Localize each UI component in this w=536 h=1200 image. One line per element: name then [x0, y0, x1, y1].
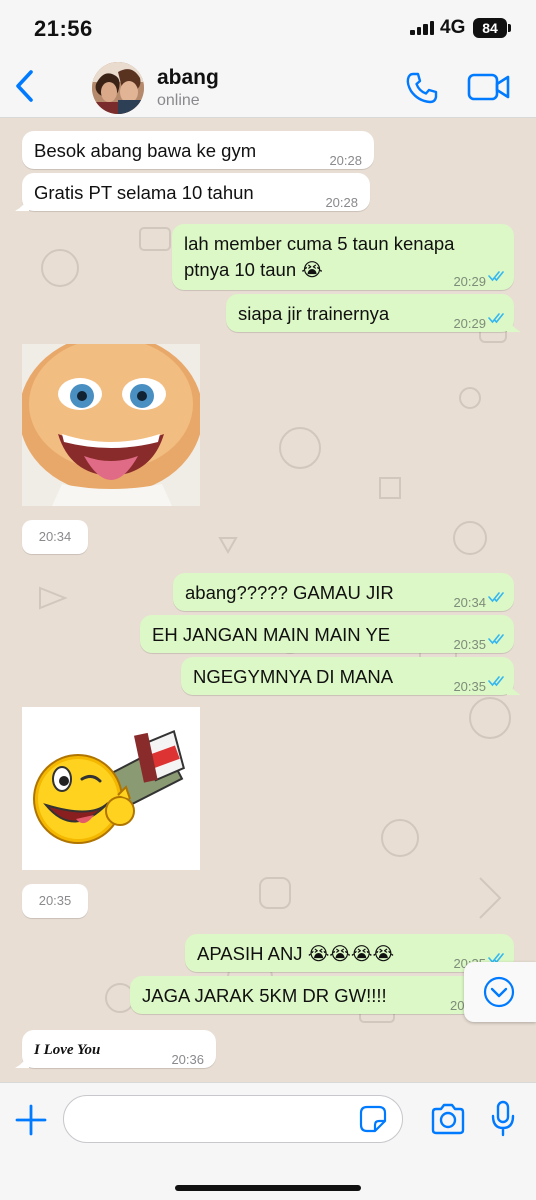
message-bubble-outgoing[interactable]: NGEGYMNYA DI MANA 20:35	[181, 657, 521, 695]
camera-icon[interactable]	[430, 1103, 466, 1135]
read-ticks-icon	[488, 676, 504, 687]
message-bubble-incoming[interactable]: Besok abang bawa ke gym 20:28	[22, 131, 374, 169]
message-bubble-outgoing[interactable]: siapa jir trainernya 20:29	[226, 294, 521, 332]
message-text: siapa jir trainernya	[238, 303, 390, 324]
message-text: EH JANGAN MAIN MAIN YE	[152, 624, 391, 645]
sticker-time: 20:35	[22, 884, 88, 918]
status-bar: 21:56 4G 84	[0, 0, 536, 58]
message-time: 20:29	[453, 316, 486, 331]
input-bar	[0, 1082, 536, 1200]
message-time: 20	[450, 998, 465, 1013]
chat-header: abang online	[0, 58, 536, 118]
bubble-tail	[507, 681, 521, 695]
message-time: 20:35	[453, 637, 486, 652]
message-text: NGEGYMNYA DI MANA	[193, 666, 394, 687]
message-time: 20:28	[325, 195, 358, 210]
home-indicator	[175, 1185, 361, 1191]
bubble-tail	[507, 318, 521, 332]
message-bubble-outgoing[interactable]: EH JANGAN MAIN MAIN YE 20:35	[140, 615, 514, 653]
chevron-down-circle-icon	[483, 976, 515, 1008]
message-time: 20:35	[453, 679, 486, 694]
message-time: 20:28	[329, 153, 362, 168]
message-time: 20:36	[171, 1052, 204, 1067]
video-camera-icon[interactable]	[467, 72, 511, 102]
message-bubble-outgoing[interactable]: JAGA JARAK 5KM DR GW!!!! 20	[130, 976, 514, 1014]
signal-icon	[410, 21, 436, 35]
network-label: 4G	[440, 17, 466, 38]
battery-icon: 84	[473, 18, 511, 38]
phone-icon[interactable]	[404, 70, 440, 106]
contact-name[interactable]: abang	[157, 66, 219, 90]
sticker-time: 20:34	[22, 520, 88, 554]
sticker-winking-emoji[interactable]	[22, 707, 200, 870]
message-text: APASIH ANJ 😭😭😭😭	[197, 943, 395, 964]
message-text: lah member cuma 5 taun kenapa ptnya 10 t…	[184, 233, 455, 280]
message-bubble-outgoing[interactable]: abang????? GAMAU JIR 20:34	[173, 573, 514, 611]
message-bubble-incoming[interactable]: Gratis PT selama 10 tahun 20:28	[15, 173, 370, 211]
message-text: I Love You	[34, 1042, 101, 1058]
bubble-tail	[15, 197, 29, 211]
scroll-down-button[interactable]	[464, 962, 536, 1022]
sticker-grinning-face[interactable]	[22, 344, 200, 506]
message-text: Gratis PT selama 10 tahun	[34, 182, 254, 203]
message-text: abang????? GAMAU JIR	[185, 582, 394, 603]
contact-status: online	[157, 92, 200, 109]
message-bubble-outgoing[interactable]: lah member cuma 5 taun kenapa ptnya 10 t…	[172, 224, 514, 290]
chat-area[interactable]: Besok abang bawa ke gym 20:28 Gratis PT …	[0, 118, 536, 1082]
read-ticks-icon	[488, 271, 504, 282]
sticker-icon[interactable]	[359, 1105, 387, 1133]
bubble-tail	[15, 1054, 29, 1068]
read-ticks-icon	[488, 592, 504, 603]
chevron-left-icon[interactable]	[10, 64, 40, 108]
plus-icon[interactable]	[14, 1103, 48, 1137]
message-text: JAGA JARAK 5KM DR GW!!!!	[142, 985, 387, 1006]
avatar[interactable]	[92, 62, 144, 114]
message-time: 20:34	[453, 595, 486, 610]
microphone-icon[interactable]	[490, 1100, 516, 1138]
read-ticks-icon	[488, 313, 504, 324]
message-time: 20:29	[453, 274, 486, 289]
message-input[interactable]	[63, 1095, 403, 1143]
message-text: Besok abang bawa ke gym	[34, 140, 257, 161]
status-time: 21:56	[34, 16, 93, 41]
message-bubble-incoming[interactable]: I Love You 20:36	[15, 1030, 216, 1068]
read-ticks-icon	[488, 634, 504, 645]
